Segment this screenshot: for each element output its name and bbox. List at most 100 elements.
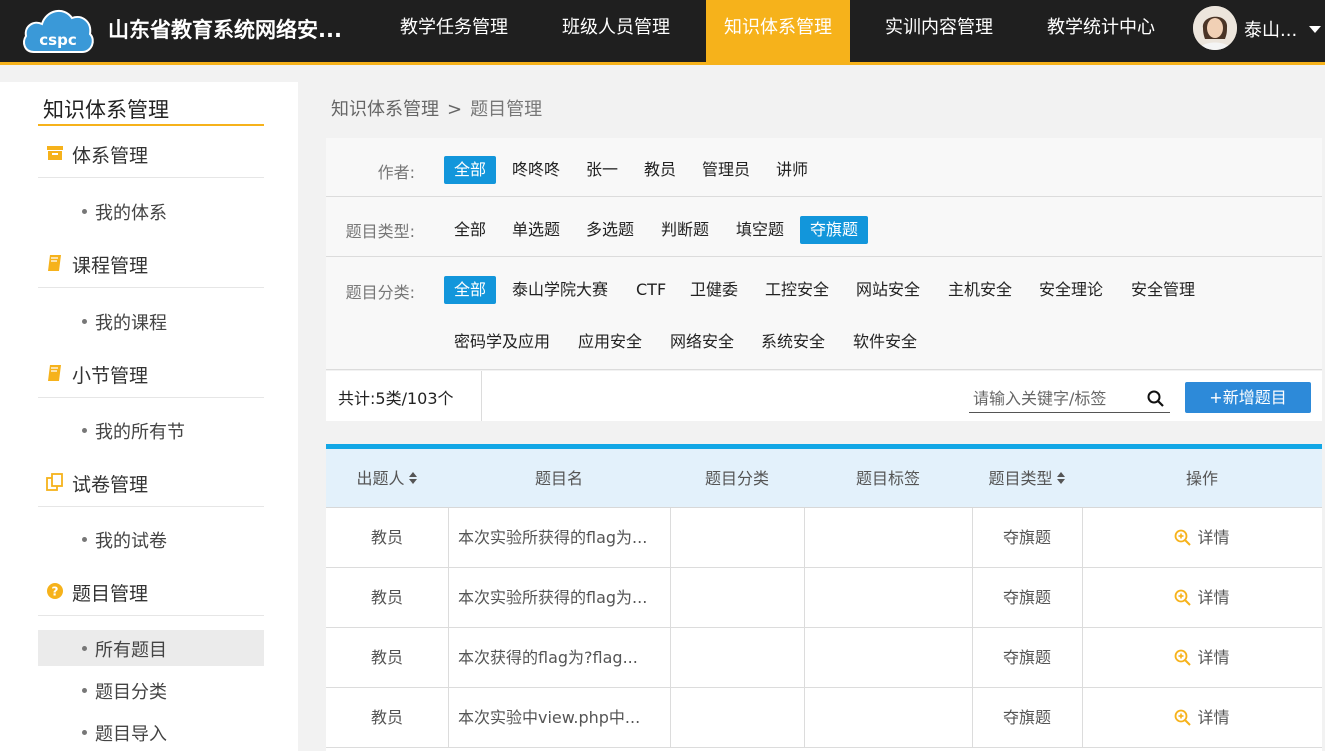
filter-label-author: 作者: bbox=[377, 163, 415, 182]
filter-category-option[interactable]: 卫健委 bbox=[680, 276, 748, 304]
filter-type-ctf[interactable]: 夺旗题 bbox=[800, 216, 869, 244]
filter-category-option[interactable]: 网络安全 bbox=[660, 328, 744, 356]
breadcrumb-current: 题目管理 bbox=[470, 99, 543, 120]
filter-type-option[interactable]: 填空题 bbox=[726, 216, 794, 244]
column-header-author[interactable]: 出题人 bbox=[326, 449, 448, 508]
nav-training-content[interactable]: 实训内容管理 bbox=[858, 0, 1020, 62]
cell-type: 夺旗题 bbox=[1002, 708, 1051, 727]
filter-row-author: 作者: 全部 咚咚咚 张一 教员 管理员 讲师 bbox=[326, 138, 1322, 197]
filter-category-option[interactable]: CTF bbox=[626, 276, 676, 304]
chevron-down-icon[interactable] bbox=[1309, 26, 1321, 33]
zoom-in-icon bbox=[1175, 589, 1192, 606]
question-circle-icon: ? bbox=[47, 583, 63, 599]
cell-question-name[interactable]: 本次实验中view.php中... bbox=[448, 688, 670, 748]
sidebar-group-question[interactable]: ? 题目管理 bbox=[38, 566, 264, 616]
filter-author-option[interactable]: 管理员 bbox=[692, 156, 760, 184]
filter-type-option[interactable]: 单选题 bbox=[502, 216, 570, 244]
detail-link[interactable]: 详情 bbox=[1174, 648, 1230, 667]
cell-tags bbox=[804, 688, 972, 748]
sidebar-item-all-questions[interactable]: 所有题目 bbox=[38, 630, 264, 666]
search-input[interactable] bbox=[973, 385, 1143, 411]
sidebar-group-label: 体系管理 bbox=[72, 145, 149, 167]
sidebar-item-label: 我的所有节 bbox=[95, 422, 185, 443]
user-name[interactable]: 泰山... bbox=[1244, 16, 1297, 42]
filter-category-option[interactable]: 软件安全 bbox=[843, 328, 927, 356]
sidebar-group-system[interactable]: 体系管理 bbox=[38, 128, 264, 178]
add-question-button[interactable]: +新增题目 bbox=[1185, 382, 1311, 413]
nav-teaching-tasks[interactable]: 教学任务管理 bbox=[374, 0, 534, 62]
sidebar-item-my-courses[interactable]: 我的课程 bbox=[38, 303, 264, 339]
sidebar-group-exam[interactable]: 试卷管理 bbox=[38, 457, 264, 507]
avatar[interactable] bbox=[1193, 6, 1237, 50]
filter-author-option[interactable]: 咚咚咚 bbox=[502, 156, 570, 184]
filter-category-option[interactable]: 泰山学院大赛 bbox=[502, 276, 618, 304]
filter-category-option[interactable]: 网站安全 bbox=[846, 276, 930, 304]
filter-category-option[interactable]: 密码学及应用 bbox=[444, 328, 560, 356]
bullet-dot bbox=[82, 209, 87, 214]
sidebar-item-question-import[interactable]: 题目导入 bbox=[38, 714, 264, 750]
breadcrumb-separator: > bbox=[447, 99, 463, 120]
filter-category-option[interactable]: 主机安全 bbox=[938, 276, 1022, 304]
question-table: 出题人 题目名 题目分类 题目标签 题目类型 操作 教员 本次实验所获得的fla… bbox=[326, 449, 1322, 751]
sidebar-group-label: 课程管理 bbox=[72, 255, 149, 277]
book-icon bbox=[48, 255, 61, 271]
detail-link[interactable]: 详情 bbox=[1174, 708, 1230, 727]
filter-category-option[interactable]: 系统安全 bbox=[751, 328, 835, 356]
filter-type-option[interactable]: 多选题 bbox=[576, 216, 644, 244]
sidebar-item-my-exams[interactable]: 我的试卷 bbox=[38, 521, 264, 557]
column-header-category: 题目分类 bbox=[704, 469, 769, 488]
zoom-in-icon bbox=[1175, 649, 1192, 666]
nav-class-members[interactable]: 班级人员管理 bbox=[534, 0, 698, 62]
sidebar-item-my-sections[interactable]: 我的所有节 bbox=[38, 412, 264, 448]
cell-tags bbox=[804, 508, 972, 568]
sidebar-item-question-categories[interactable]: 题目分类 bbox=[38, 672, 264, 708]
detail-label: 详情 bbox=[1197, 708, 1230, 727]
search-icon[interactable] bbox=[1147, 390, 1164, 407]
table-row: 教员 本次实验中view.php中... 夺旗题 详情 bbox=[326, 688, 1322, 748]
cell-question-name[interactable]: 本次实验所获得的flag为... bbox=[448, 508, 670, 568]
sidebar-item-my-system[interactable]: 我的体系 bbox=[38, 193, 264, 229]
book-icon bbox=[48, 365, 61, 381]
column-header-tags: 题目标签 bbox=[855, 469, 920, 488]
cell-action: 详情 bbox=[1082, 688, 1322, 748]
cell-author: 教员 bbox=[370, 708, 403, 727]
sort-icon[interactable] bbox=[1056, 471, 1066, 485]
filter-author-option[interactable]: 张一 bbox=[576, 156, 628, 184]
sidebar-group-section[interactable]: 小节管理 bbox=[38, 348, 264, 398]
list-toolbar: 共计:5类/103个 +新增题目 bbox=[326, 371, 1322, 421]
column-header-label: 出题人 bbox=[356, 469, 405, 488]
filter-author-option[interactable]: 讲师 bbox=[766, 156, 818, 184]
sidebar-item-label: 我的课程 bbox=[95, 313, 167, 334]
filter-category-option[interactable]: 安全管理 bbox=[1121, 276, 1205, 304]
filter-type-option[interactable]: 判断题 bbox=[651, 216, 719, 244]
sidebar-item-label: 题目分类 bbox=[95, 682, 167, 703]
cell-question-name[interactable]: 本次实验所获得的flag为... bbox=[448, 568, 670, 628]
box-icon bbox=[47, 146, 63, 160]
cloud-logo-icon[interactable]: cspc bbox=[20, 2, 96, 56]
detail-label: 详情 bbox=[1197, 588, 1230, 607]
cell-tags bbox=[804, 628, 972, 688]
filter-type-all[interactable]: 全部 bbox=[444, 216, 496, 244]
nav-knowledge-system[interactable]: 知识体系管理 bbox=[706, 0, 850, 62]
column-header-name: 题目名 bbox=[534, 469, 583, 488]
filter-row-type: 题目类型: 全部 单选题 多选题 判断题 填空题 夺旗题 bbox=[326, 197, 1322, 257]
table-header: 出题人 题目名 题目分类 题目标签 题目类型 操作 bbox=[326, 449, 1322, 508]
cell-author: 教员 bbox=[370, 588, 403, 607]
breadcrumb-parent[interactable]: 知识体系管理 bbox=[331, 99, 439, 120]
filter-label-category: 题目分类: bbox=[345, 283, 415, 302]
column-header-type[interactable]: 题目类型 bbox=[972, 449, 1082, 508]
filter-category-option[interactable]: 安全理论 bbox=[1029, 276, 1113, 304]
filter-category-all[interactable]: 全部 bbox=[444, 276, 497, 304]
filter-category-option[interactable]: 应用安全 bbox=[568, 328, 652, 356]
cell-question-name[interactable]: 本次获得的flag为?flag... bbox=[448, 628, 670, 688]
detail-link[interactable]: 详情 bbox=[1174, 588, 1230, 607]
detail-link[interactable]: 详情 bbox=[1174, 528, 1230, 547]
sort-icon[interactable] bbox=[408, 471, 418, 485]
sidebar-group-course[interactable]: 课程管理 bbox=[38, 238, 264, 288]
cell-author: 教员 bbox=[370, 528, 403, 547]
filter-author-all[interactable]: 全部 bbox=[444, 156, 497, 184]
filter-category-option[interactable]: 工控安全 bbox=[755, 276, 839, 304]
table-row: 教员 本次实验所获得的flag为... 夺旗题 详情 bbox=[326, 508, 1322, 568]
filter-author-option[interactable]: 教员 bbox=[634, 156, 686, 184]
nav-statistics-center[interactable]: 教学统计中心 bbox=[1022, 0, 1180, 62]
